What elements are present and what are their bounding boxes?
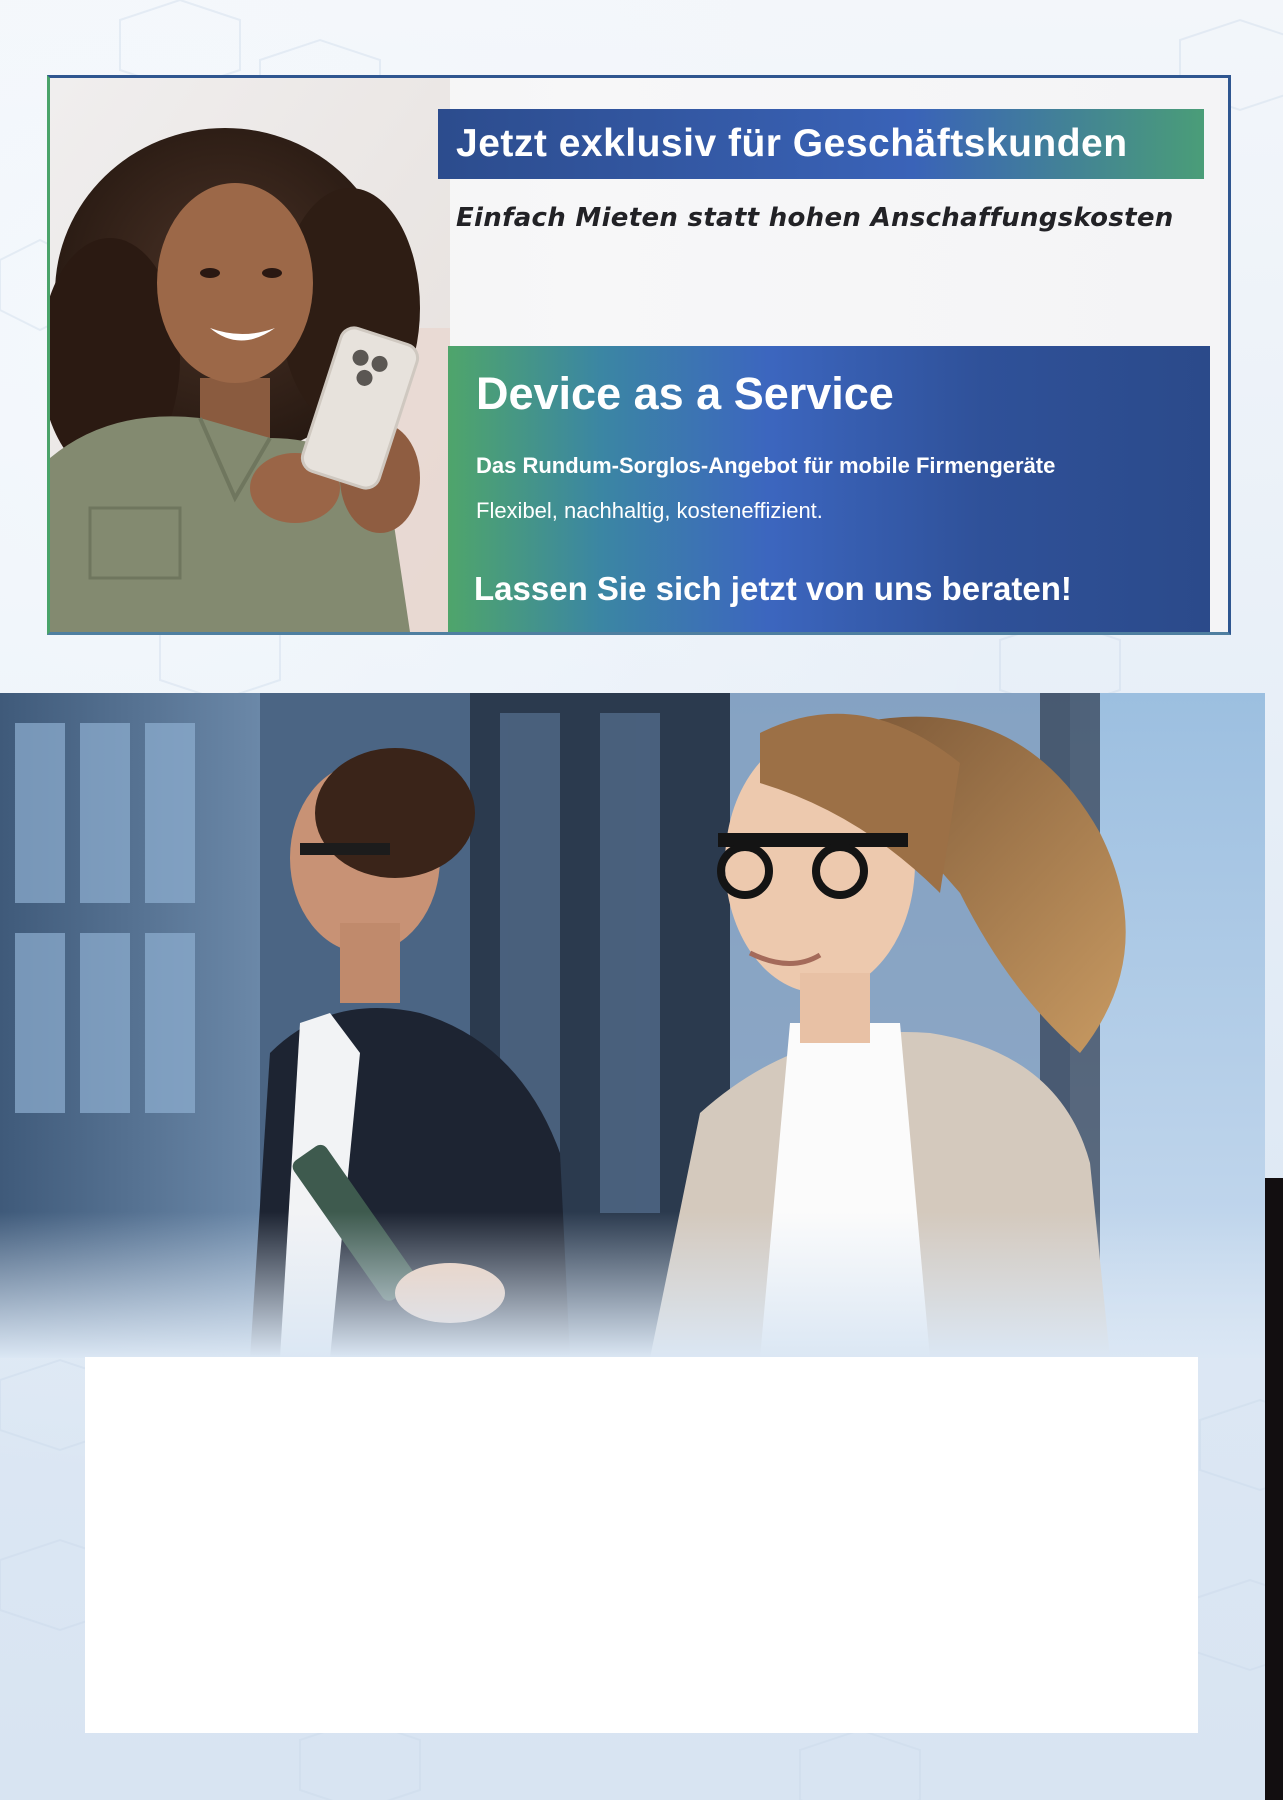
blank-content-area [85, 1357, 1198, 1733]
offer-panel: Device as a Service Das Rundum-Sorglos-A… [448, 346, 1210, 632]
woman-with-smartphone-photo [50, 78, 450, 632]
headline: Jetzt exklusiv für Geschäftskunden [456, 122, 1128, 165]
business-people-walking-photo [0, 693, 1265, 1358]
offer-title: Device as a Service [476, 368, 894, 419]
promo-banner: Jetzt exklusiv für Geschäftskunden Einfa… [47, 75, 1231, 635]
headline-bar: Jetzt exklusiv für Geschäftskunden [438, 109, 1204, 179]
page-edge-bar [1265, 1178, 1283, 1800]
offer-subtitle: Das Rundum-Sorglos-Angebot für mobile Fi… [476, 453, 1056, 478]
consultation-cta[interactable]: Lassen Sie sich jetzt von uns beraten! [474, 570, 1072, 608]
subheadline: Einfach Mieten statt hohen Anschaffungsk… [456, 203, 1174, 233]
offer-description: Flexibel, nachhaltig, kosteneffizient. [476, 498, 823, 523]
